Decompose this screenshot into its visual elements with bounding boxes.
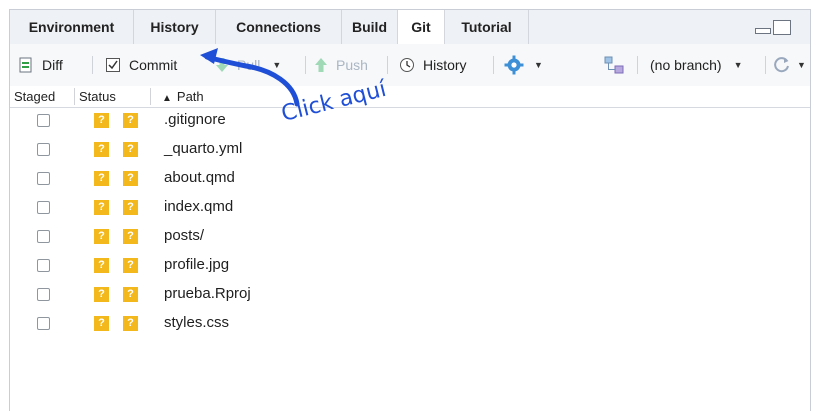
diff-label: Diff (42, 57, 63, 73)
commit-checkbox-icon (105, 57, 129, 73)
file-row[interactable]: ? ? .gitignore (10, 107, 810, 136)
file-path: posts/ (164, 227, 205, 244)
git-pane: Environment History Connections Build Gi… (9, 9, 811, 411)
tab-tutorial[interactable]: Tutorial (445, 10, 529, 44)
push-button[interactable]: Push (314, 44, 368, 86)
column-divider (150, 88, 151, 105)
pull-dropdown-caret-icon[interactable]: ▼ (272, 60, 281, 70)
pull-arrow-icon (215, 57, 237, 73)
staged-checkbox[interactable] (37, 259, 50, 272)
staged-checkbox[interactable] (37, 143, 50, 156)
status-untracked-icon: ? (94, 200, 109, 215)
status-untracked-icon: ? (123, 229, 138, 244)
status-untracked-icon: ? (123, 258, 138, 273)
status-untracked-icon: ? (94, 258, 109, 273)
refresh-button[interactable]: ▼ (773, 44, 806, 86)
branch-icon (604, 44, 624, 86)
status-untracked-icon: ? (94, 229, 109, 244)
file-row[interactable]: ? ? _quarto.yml (10, 136, 810, 165)
toolbar-divider (387, 56, 388, 74)
file-row[interactable]: ? ? styles.css (10, 310, 810, 339)
refresh-icon (773, 56, 791, 74)
status-untracked-icon: ? (123, 287, 138, 302)
staged-checkbox[interactable] (37, 201, 50, 214)
tab-history[interactable]: History (134, 10, 216, 44)
clock-icon (399, 57, 423, 73)
tab-bar: Environment History Connections Build Gi… (10, 10, 810, 45)
file-row[interactable]: ? ? prueba.Rproj (10, 281, 810, 310)
staged-checkbox[interactable] (37, 114, 50, 127)
maximize-icon[interactable] (773, 20, 791, 41)
file-path: prueba.Rproj (164, 285, 251, 302)
staged-column-header[interactable]: Staged (14, 86, 55, 107)
toolbar-divider (765, 56, 766, 74)
staged-checkbox[interactable] (37, 288, 50, 301)
status-untracked-icon: ? (123, 316, 138, 331)
diff-icon (18, 57, 42, 73)
file-path: index.qmd (164, 198, 234, 215)
path-column-header[interactable]: ▲ Path (162, 86, 204, 107)
staged-checkbox[interactable] (37, 172, 50, 185)
file-row[interactable]: ? ? profile.jpg (10, 252, 810, 281)
file-row[interactable]: ? ? about.qmd (10, 165, 810, 194)
staged-checkbox[interactable] (37, 317, 50, 330)
pull-button[interactable]: Pull ▼ (215, 44, 281, 86)
file-path: styles.css (164, 314, 230, 331)
gear-icon (504, 55, 524, 75)
file-path: about.qmd (164, 169, 235, 186)
status-column-header[interactable]: Status (79, 86, 116, 107)
file-path: profile.jpg (164, 256, 230, 273)
status-untracked-icon: ? (94, 171, 109, 186)
status-untracked-icon: ? (123, 200, 138, 215)
tab-git[interactable]: Git (398, 10, 445, 45)
refresh-dropdown-caret-icon: ▼ (797, 60, 806, 70)
tab-connections[interactable]: Connections (216, 10, 342, 44)
status-untracked-icon: ? (123, 171, 138, 186)
branch-dropdown-caret-icon: ▼ (733, 60, 743, 70)
minimize-icon[interactable] (755, 20, 771, 39)
commit-button[interactable]: Commit (105, 44, 177, 86)
file-row[interactable]: ? ? posts/ (10, 223, 810, 252)
toolbar-divider (92, 56, 93, 74)
file-path: .gitignore (164, 111, 226, 128)
status-untracked-icon: ? (94, 316, 109, 331)
diff-button[interactable]: Diff (18, 44, 63, 86)
file-path: _quarto.yml (164, 140, 243, 157)
column-divider (74, 88, 75, 105)
push-arrow-icon (314, 57, 336, 73)
commit-label: Commit (129, 57, 178, 73)
tab-build[interactable]: Build (342, 10, 398, 44)
status-untracked-icon: ? (94, 287, 109, 302)
pull-label: Pull (237, 57, 261, 73)
status-untracked-icon: ? (123, 113, 138, 128)
status-untracked-icon: ? (123, 142, 138, 157)
branch-selector[interactable]: (no branch) ▼ (650, 44, 743, 86)
history-label: History (423, 57, 467, 73)
settings-menu-button[interactable]: ▼ (504, 44, 543, 86)
status-untracked-icon: ? (94, 113, 109, 128)
status-untracked-icon: ? (94, 142, 109, 157)
path-column-label: Path (176, 89, 204, 104)
toolbar-divider (305, 56, 306, 74)
history-button[interactable]: History (399, 44, 467, 86)
toolbar-divider (493, 56, 494, 74)
staged-checkbox[interactable] (37, 230, 50, 243)
settings-dropdown-caret-icon: ▼ (534, 60, 543, 70)
sort-ascending-icon: ▲ (162, 93, 172, 104)
tab-environment[interactable]: Environment (10, 10, 134, 44)
branch-label: (no branch) (650, 57, 722, 73)
push-label: Push (336, 57, 368, 73)
file-list-header: Staged Status ▲ Path (10, 86, 810, 108)
toolbar-divider (637, 56, 638, 74)
file-row[interactable]: ? ? index.qmd (10, 194, 810, 223)
git-toolbar: Diff Commit Pull ▼ Push History ▼ (no br… (10, 44, 810, 87)
